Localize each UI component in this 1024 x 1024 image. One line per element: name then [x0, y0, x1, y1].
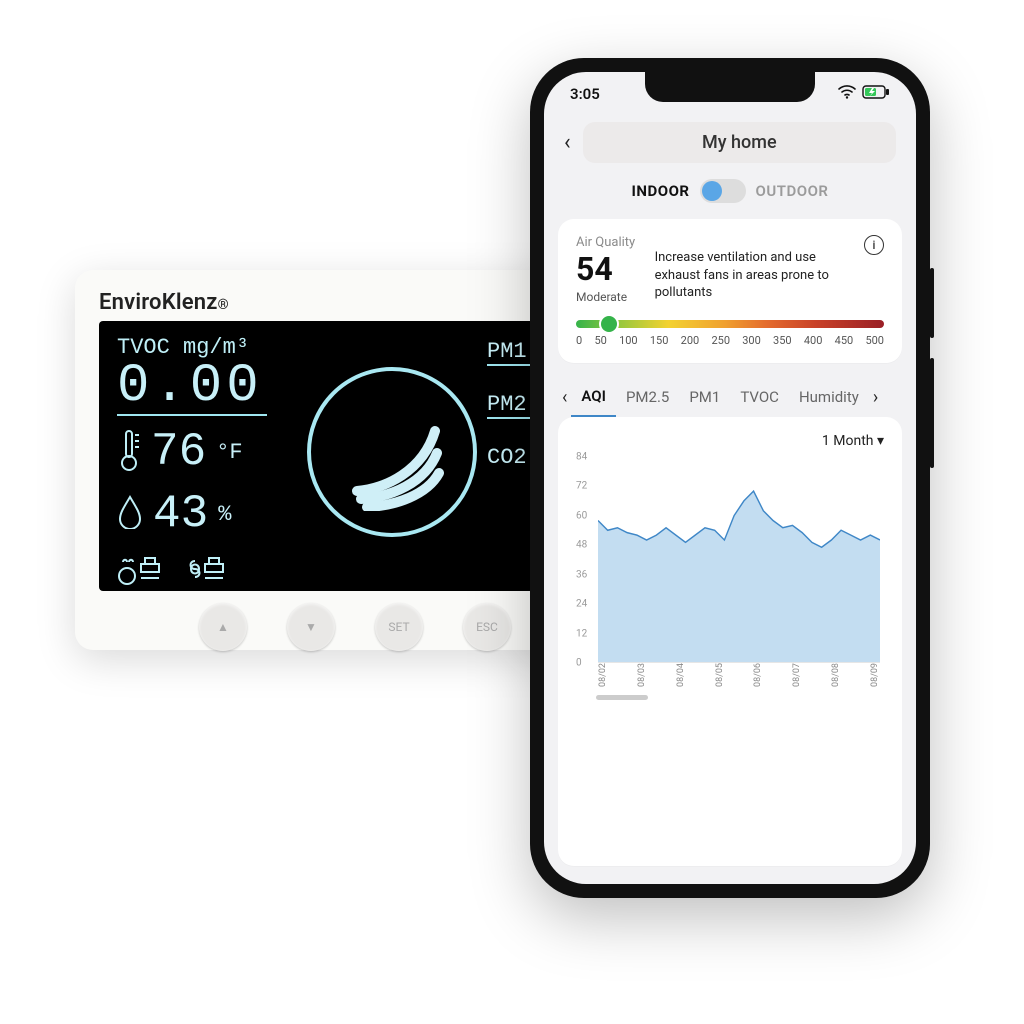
tabs-next[interactable]: › — [869, 387, 882, 408]
info-icon[interactable]: i — [864, 235, 884, 255]
air-quality-card: Air Quality 54 Moderate Increase ventila… — [558, 219, 902, 363]
device-up-button[interactable]: ▲ — [199, 603, 247, 651]
humidity-icon — [117, 495, 143, 534]
tab-humidity[interactable]: Humidity — [789, 378, 869, 416]
tvoc-value: 0.00 — [117, 360, 267, 416]
tab-aqi[interactable]: AQI — [571, 377, 616, 417]
tab-pm1[interactable]: PM1 — [679, 378, 730, 416]
back-button[interactable]: ‹ — [564, 130, 571, 155]
range-dropdown[interactable]: 1 Month — [822, 433, 884, 449]
phone-notch — [645, 72, 815, 102]
toggle-indoor-label: INDOOR — [632, 182, 690, 200]
humidity-unit: % — [218, 502, 231, 527]
metric-tabs: ‹ AQI PM2.5 PM1 TVOC Humidity › — [544, 377, 916, 417]
aq-level: Moderate — [576, 290, 635, 304]
aq-value: 54 — [576, 250, 635, 288]
clock: 3:05 — [570, 85, 600, 103]
aqi-marker — [601, 316, 617, 332]
toggle-outdoor-label: OUTDOOR — [756, 182, 829, 200]
chart-card: 1 Month 847260483624120 08/0208/0308/040… — [558, 417, 902, 866]
battery-icon — [862, 85, 890, 103]
aq-advice: Increase ventilation and use exhaust fan… — [655, 235, 845, 304]
heater-icon — [117, 552, 163, 591]
device-set-button[interactable]: SET — [375, 603, 423, 651]
wifi-icon — [838, 85, 856, 103]
tab-pm25[interactable]: PM2.5 — [616, 378, 679, 416]
page-title[interactable]: My home — [583, 122, 896, 163]
temp-unit: °F — [216, 440, 242, 465]
tabs-prev[interactable]: ‹ — [558, 387, 571, 408]
toggle-switch[interactable] — [700, 179, 746, 203]
indoor-outdoor-toggle[interactable]: INDOOR OUTDOOR — [544, 179, 916, 219]
device-esc-button[interactable]: ESC — [463, 603, 511, 651]
temp-value: 76 — [151, 426, 206, 478]
thermometer-icon — [117, 429, 141, 476]
phone-frame: 3:05 ‹ My home INDOOR OUTDOOR Air — [530, 58, 930, 898]
brand-logo-icon — [307, 367, 477, 537]
phone-screen: 3:05 ‹ My home INDOOR OUTDOOR Air — [544, 72, 916, 884]
tab-tvoc[interactable]: TVOC — [730, 378, 789, 416]
aqi-chart: 847260483624120 08/0208/0308/0408/0508/0… — [576, 457, 884, 687]
aqi-scale: 050100150200250300350400450500 — [576, 320, 884, 347]
aq-label: Air Quality — [576, 235, 635, 250]
fan-icon — [181, 552, 227, 591]
humidity-value: 43 — [153, 488, 208, 540]
device-down-button[interactable]: ▼ — [287, 603, 335, 651]
scroll-indicator — [596, 695, 648, 700]
